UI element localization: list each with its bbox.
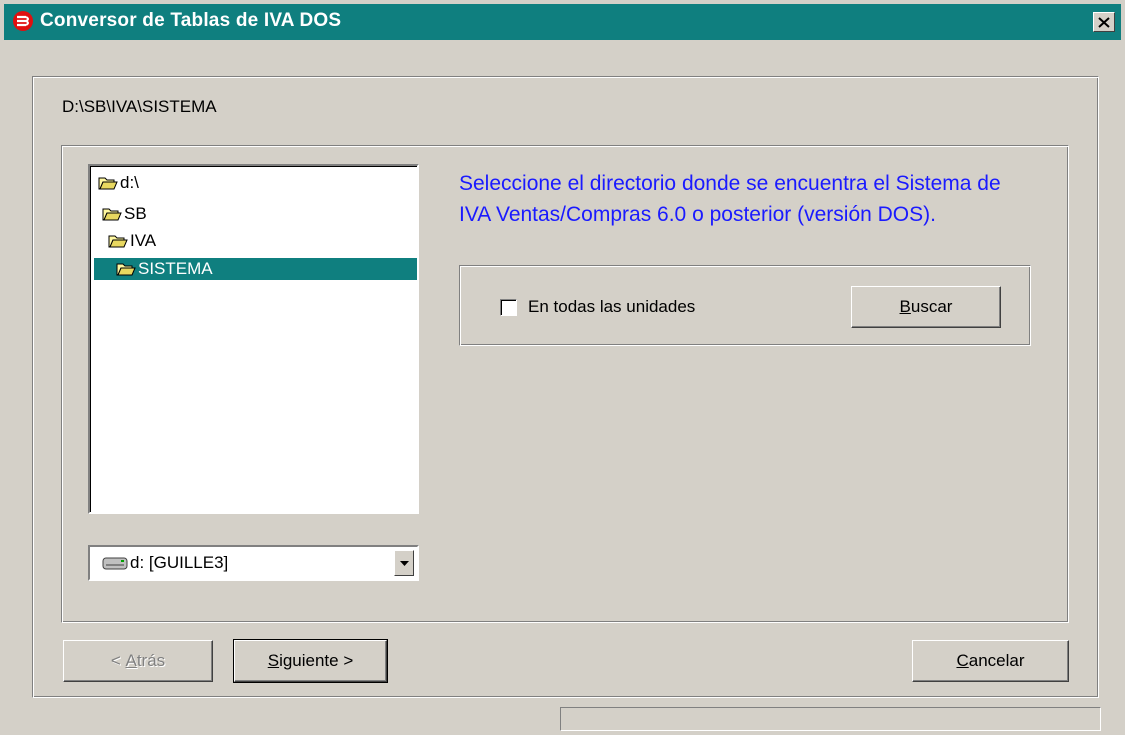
mnemonic-letter: B: [899, 297, 911, 316]
tree-item-sistema[interactable]: SISTEMA: [94, 258, 417, 280]
status-bar-panel: [560, 707, 1101, 731]
button-prefix: <: [110, 651, 126, 670]
close-icon: [1098, 16, 1110, 28]
open-folder-icon: [116, 263, 136, 276]
hard-drive-icon: [102, 557, 128, 570]
tree-item-iva[interactable]: IVA: [108, 230, 158, 252]
cancel-button[interactable]: Cancelar: [912, 640, 1069, 682]
button-label: iguiente >: [279, 651, 354, 670]
tree-item-root[interactable]: d:\: [98, 172, 141, 194]
tree-item-sb[interactable]: SB: [102, 203, 149, 225]
tree-item-label: SB: [124, 204, 147, 223]
chevron-down-icon: [399, 560, 409, 566]
all-drives-label[interactable]: En todas las unidades: [528, 297, 695, 317]
directory-tree[interactable]: d:\ SB IVA SISTEMA: [88, 164, 419, 514]
button-label: uscar: [910, 297, 953, 316]
drive-select[interactable]: d: [GUILLE3]: [88, 545, 419, 581]
mnemonic-letter: A: [125, 651, 137, 670]
next-button[interactable]: Siguiente >: [233, 639, 388, 683]
title-bar: Conversor de Tablas de IVA DOS: [4, 4, 1121, 40]
button-label: ancelar: [968, 651, 1025, 670]
open-folder-icon: [108, 235, 128, 248]
tree-item-label: SISTEMA: [138, 259, 213, 278]
search-button[interactable]: Buscar: [851, 286, 1001, 328]
tree-item-label: d:\: [120, 173, 139, 192]
button-label: trás: [136, 651, 166, 670]
close-button[interactable]: [1093, 12, 1115, 32]
window-title: Conversor de Tablas de IVA DOS: [40, 10, 342, 31]
dropdown-button[interactable]: [394, 550, 414, 576]
mnemonic-letter: S: [267, 651, 280, 670]
open-folder-icon: [98, 177, 118, 190]
instructions-text: Seleccione el directorio donde se encuen…: [459, 172, 1001, 226]
mnemonic-letter: C: [956, 651, 969, 670]
drive-select-value: d: [GUILLE3]: [130, 553, 229, 572]
back-button[interactable]: < Atrás: [63, 640, 213, 682]
open-folder-icon: [102, 208, 122, 221]
current-path-label: D:\SB\IVA\SISTEMA: [62, 97, 217, 116]
app-logo-icon: [13, 11, 33, 31]
tree-item-label: IVA: [130, 231, 157, 250]
all-drives-checkbox[interactable]: [500, 299, 517, 316]
